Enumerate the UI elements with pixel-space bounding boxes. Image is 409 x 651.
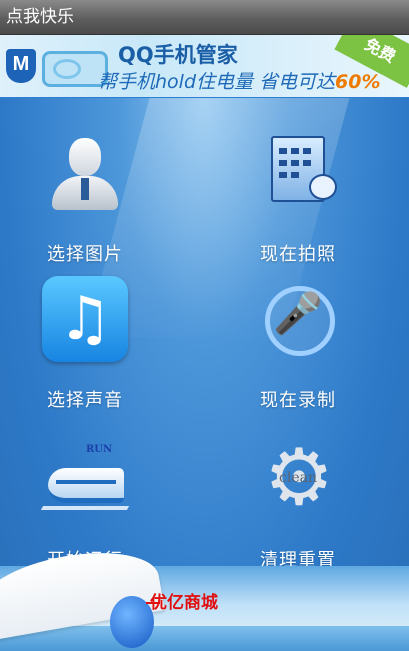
- select-sound-label: 选择声音: [47, 390, 123, 411]
- building-icon: [255, 130, 341, 216]
- start-run-button[interactable]: RUN 开始运行: [5, 436, 165, 572]
- select-picture-label: 选择图片: [47, 244, 123, 265]
- take-photo-label: 现在拍照: [260, 244, 336, 265]
- gear-icon: ⚙ clean: [255, 436, 341, 522]
- train-icon: RUN: [40, 436, 130, 522]
- banner-subtitle-text: 帮手机hold住电量 省电可达: [98, 71, 336, 93]
- record-now-label: 现在录制: [260, 390, 336, 411]
- music-note-icon: ♫: [42, 276, 128, 362]
- user-icon: [42, 130, 128, 216]
- record-now-button[interactable]: 🎤 现在录制: [218, 276, 378, 412]
- app-title-bar: 点我快乐: [0, 0, 409, 35]
- clean-reset-button[interactable]: ⚙ clean 清理重置: [218, 436, 378, 572]
- take-photo-button[interactable]: 现在拍照: [218, 130, 378, 266]
- sea-decoration: [0, 626, 409, 651]
- banner-title: QQ手机管家: [118, 43, 238, 67]
- select-sound-button[interactable]: ♫ 选择声音: [5, 276, 165, 412]
- ad-banner[interactable]: M QQ手机管家 帮手机hold住电量 省电可达60% 免费: [0, 35, 409, 97]
- banner-subtitle: 帮手机hold住电量 省电可达60%: [98, 67, 381, 94]
- microphone-icon: 🎤: [255, 276, 341, 362]
- shield-icon: M: [6, 49, 36, 83]
- select-picture-button[interactable]: 选择图片: [5, 130, 165, 266]
- app-title: 点我快乐: [6, 7, 74, 27]
- main-panel: 选择图片 现在拍照 ♫ 选择声音 🎤 现在录制 RUN ⚙ clean 清理重置…: [0, 98, 409, 651]
- beach-scene: 优亿商城: [0, 540, 409, 651]
- shop-link[interactable]: 优亿商城: [150, 588, 218, 613]
- run-text: RUN: [86, 444, 113, 455]
- banner-highlight: 60%: [335, 71, 381, 93]
- clean-text: clean: [279, 470, 317, 486]
